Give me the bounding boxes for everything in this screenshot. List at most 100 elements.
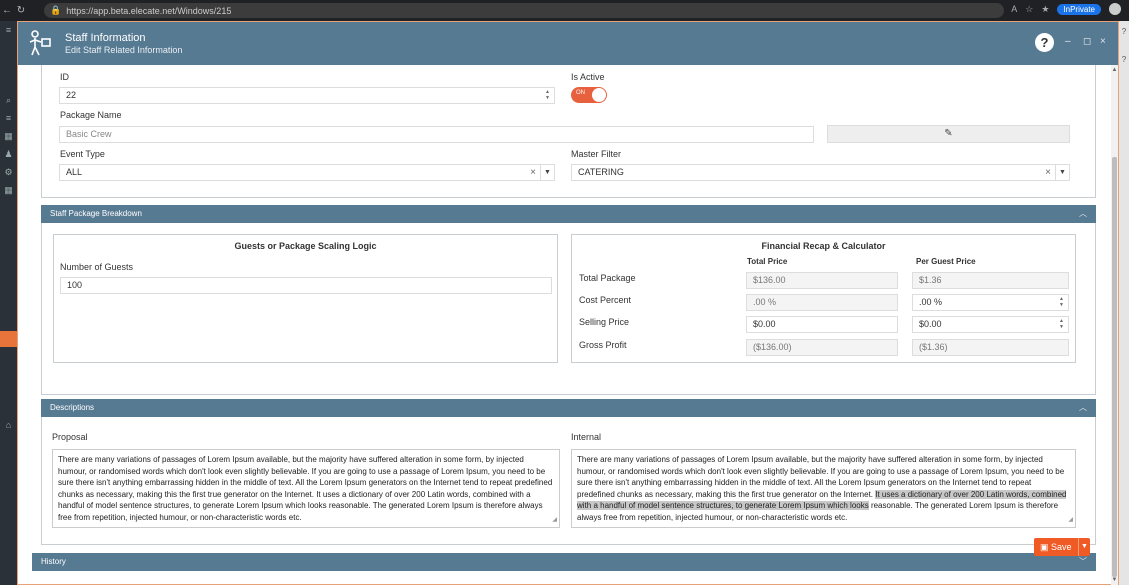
event-type-select[interactable]: ALL × ▼ xyxy=(59,164,555,181)
minimize-icon[interactable]: – xyxy=(1065,36,1071,47)
selling-price-per-guest-input[interactable]: $0.00 ▲ ▼ xyxy=(912,316,1069,333)
pencil-icon: ✎ xyxy=(944,128,953,139)
proposal-textarea[interactable]: There are many variations of passages of… xyxy=(52,449,560,528)
favorites-icon[interactable]: ★ xyxy=(1041,4,1049,15)
modal-title: Staff Information xyxy=(65,32,146,44)
spinner-icon[interactable]: ▲ ▼ xyxy=(1059,318,1064,330)
guests-value: 100 xyxy=(67,280,83,290)
address-bar[interactable]: 🔒 https://app.beta.elecate.net/Windows/2… xyxy=(44,3,1004,18)
recap-row-label: Selling Price xyxy=(579,317,630,327)
avatar[interactable] xyxy=(1109,3,1121,15)
edit-button[interactable]: ✎ xyxy=(827,125,1070,143)
maximize-icon[interactable]: ◻ xyxy=(1083,36,1091,47)
clear-icon[interactable]: × xyxy=(1045,167,1051,179)
chevron-up-icon[interactable]: ︿ xyxy=(1079,205,1087,223)
grid-icon[interactable]: ▦ xyxy=(0,181,17,199)
descriptions-section-header[interactable]: Descriptions ︿ xyxy=(41,399,1096,417)
background-right-panel: ? ? xyxy=(1119,21,1129,585)
modal-body: ID 22 ▲ ▼ Is Active ON Package Name Basic… xyxy=(18,65,1118,585)
lock-icon: 🔒 xyxy=(50,5,62,15)
package-name-label: Package Name xyxy=(60,110,122,120)
history-header-label: History xyxy=(41,557,66,566)
gross-profit-per-guest: ($1.36) xyxy=(912,339,1069,356)
chevron-down-icon[interactable]: ▼ xyxy=(1078,538,1090,556)
id-field[interactable]: 22 ▲ ▼ xyxy=(59,87,555,104)
gross-profit-total: ($136.00) xyxy=(746,339,898,356)
recap-value: $0.00 xyxy=(753,319,776,329)
toggle-label: ON xyxy=(576,90,585,96)
guests-input[interactable]: 100 xyxy=(60,277,552,294)
toggle-knob xyxy=(592,88,606,102)
recap-value: $1.36 xyxy=(919,275,942,285)
resize-grip-icon[interactable]: ◢ xyxy=(1068,515,1073,527)
modal-scrollbar[interactable]: ▲ ▼ xyxy=(1111,65,1118,585)
scrollbar-thumb[interactable] xyxy=(1112,157,1117,577)
table-icon[interactable]: ▦ xyxy=(0,127,17,145)
scroll-down-icon[interactable]: ▼ xyxy=(1111,577,1118,583)
save-button[interactable]: ▣ Save ▼ xyxy=(1034,538,1090,556)
spinner-icon[interactable]: ▲ ▼ xyxy=(545,89,550,101)
id-value: 22 xyxy=(66,90,77,100)
search-icon[interactable]: ⌕ xyxy=(0,91,17,109)
chevron-down-icon[interactable]: ▼ xyxy=(1055,165,1069,180)
cost-percent-per-guest-input[interactable]: .00 % ▲ ▼ xyxy=(912,294,1069,311)
is-active-toggle[interactable]: ON xyxy=(571,87,607,103)
staff-logo-icon xyxy=(29,30,51,56)
resize-grip-icon[interactable]: ◢ xyxy=(552,515,557,527)
internal-textarea[interactable]: There are many variations of passages of… xyxy=(571,449,1076,528)
recap-row-label: Total Package xyxy=(579,273,636,283)
breakdown-section: Guests or Package Scaling Logic Number o… xyxy=(41,223,1096,395)
total-package-per-guest: $1.36 xyxy=(912,272,1069,289)
url-text: https://app.beta.elecate.net/Windows/215 xyxy=(66,5,232,16)
internal-label: Internal xyxy=(571,432,602,442)
active-rail-item[interactable] xyxy=(0,331,17,347)
descriptions-section: Proposal There are many variations of pa… xyxy=(41,417,1096,545)
recap-value: .00 % xyxy=(919,297,943,307)
master-filter-value: CATERING xyxy=(578,167,624,177)
history-section-header[interactable]: History ﹀ xyxy=(32,553,1096,571)
recap-value: $136.00 xyxy=(753,275,786,285)
chevron-down-icon[interactable]: ▼ xyxy=(540,165,554,180)
help-icon[interactable]: ? xyxy=(1119,27,1129,36)
master-filter-label: Master Filter xyxy=(571,149,622,159)
refresh-icon[interactable]: ↻ xyxy=(14,5,28,16)
scroll-up-icon[interactable]: ▲ xyxy=(1111,67,1118,73)
settings-icon[interactable]: ⚙ xyxy=(0,163,17,181)
per-guest-price-header: Per Guest Price xyxy=(916,257,976,266)
help-icon[interactable]: ? xyxy=(1035,33,1054,52)
proposal-text: There are many variations of passages of… xyxy=(58,455,553,522)
recap-value: $0.00 xyxy=(919,319,942,329)
selling-price-total-input[interactable]: $0.00 xyxy=(746,316,898,333)
guests-label: Number of Guests xyxy=(60,262,134,272)
person-icon[interactable]: ♟ xyxy=(0,145,17,163)
staff-information-modal: Staff Information Edit Staff Related Inf… xyxy=(17,21,1119,585)
scaling-logic-title: Guests or Package Scaling Logic xyxy=(234,241,377,251)
back-icon[interactable]: ← xyxy=(0,5,14,16)
spinner-icon[interactable]: ▲ ▼ xyxy=(1059,296,1064,308)
package-name-field[interactable]: Basic Crew xyxy=(59,126,814,143)
breakdown-header-label: Staff Package Breakdown xyxy=(50,209,142,218)
total-price-header: Total Price xyxy=(747,257,788,266)
app-sidebar: ≡ ⌕ ≡ ▦ ♟ ⚙ ▦ ⌂ xyxy=(0,21,17,585)
cost-percent-total: .00 % xyxy=(746,294,898,311)
id-label: ID xyxy=(60,72,69,82)
scaling-logic-panel: Guests or Package Scaling Logic Number o… xyxy=(53,234,558,363)
clear-icon[interactable]: × xyxy=(530,167,536,179)
close-icon[interactable]: × xyxy=(1100,36,1106,47)
breakdown-section-header[interactable]: Staff Package Breakdown ︿ xyxy=(41,205,1096,223)
chevron-up-icon[interactable]: ︿ xyxy=(1079,399,1087,417)
event-type-value: ALL xyxy=(66,167,83,177)
list-icon[interactable]: ≡ xyxy=(0,109,17,127)
bank-icon[interactable]: ⌂ xyxy=(0,416,17,434)
inprivate-badge[interactable]: InPrivate xyxy=(1057,3,1101,15)
hamburger-icon[interactable]: ≡ xyxy=(0,21,17,39)
master-filter-select[interactable]: CATERING × ▼ xyxy=(571,164,1070,181)
help-icon[interactable]: ? xyxy=(1119,55,1129,64)
favorite-star-icon[interactable]: ☆ xyxy=(1025,4,1033,15)
modal-header: Staff Information Edit Staff Related Inf… xyxy=(18,22,1118,65)
read-aloud-icon[interactable]: A xyxy=(1011,4,1017,14)
browser-toolbar: ← ↻ 🔒 https://app.beta.elecate.net/Windo… xyxy=(0,0,1129,21)
recap-value: .00 % xyxy=(753,297,777,307)
modal-subtitle: Edit Staff Related Information xyxy=(65,45,183,55)
proposal-label: Proposal xyxy=(52,432,88,442)
